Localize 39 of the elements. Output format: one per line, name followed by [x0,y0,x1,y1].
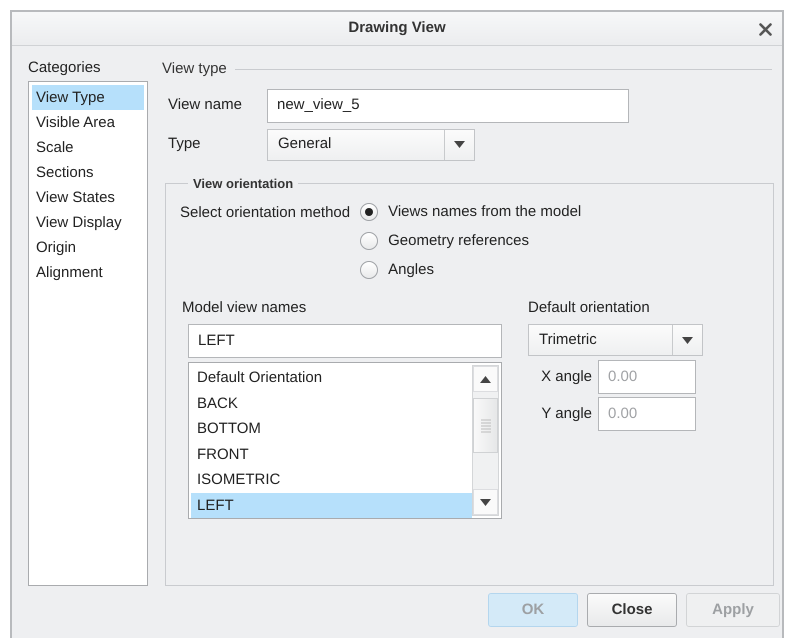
dialog-button[interactable]: Close [587,593,677,627]
list-item[interactable]: LEFT [191,492,472,518]
list-item[interactable]: FRONT [191,442,472,467]
field-label: View name [168,95,243,116]
category-item[interactable]: View Display [32,210,144,235]
scroll-down-icon [480,498,491,506]
grip-icon [480,418,490,432]
category-item[interactable]: Sections [32,160,144,185]
orientation-dropdown[interactable]: Trimetric [528,324,703,356]
radio-option[interactable]: Geometry references [360,226,582,256]
field-label: Type [168,134,202,154]
caret-icon [454,141,465,148]
category-item[interactable]: View Type [32,85,144,110]
field-label: X angle [540,366,593,387]
category-item[interactable]: Visible Area [32,110,144,135]
list-item[interactable]: BACK [191,390,472,416]
field-label: Select orientation method [180,202,350,222]
scroll-up-icon [480,376,491,382]
category-item[interactable]: Origin [32,235,144,260]
radio-option[interactable]: Angles [360,256,582,284]
view-name-field[interactable]: new_view_5 [267,88,629,122]
field-label: Default orientation [528,298,651,318]
list-item[interactable]: ISOMETRIC [191,467,472,492]
field-label: Y angle [540,404,593,424]
categories-label: Categories [28,58,102,78]
category-item[interactable]: View States [32,185,144,210]
radio-option[interactable]: Views names from the model [360,198,582,226]
caret-icon [682,336,693,344]
field-label: Model view names [182,298,308,318]
model-view-field[interactable]: LEFT [188,324,502,358]
category-item[interactable]: Alignment [32,260,144,285]
list-item[interactable]: BOTTOM [191,416,472,442]
type-dropdown[interactable]: General [267,128,475,160]
window-title: Drawing View [348,18,446,38]
section-title: View type [162,59,227,79]
list-item[interactable]: Default Orientation [191,365,472,390]
category-item[interactable]: Scale [32,135,144,160]
close-icon[interactable] [759,23,772,36]
scrollbar[interactable] [472,365,499,516]
